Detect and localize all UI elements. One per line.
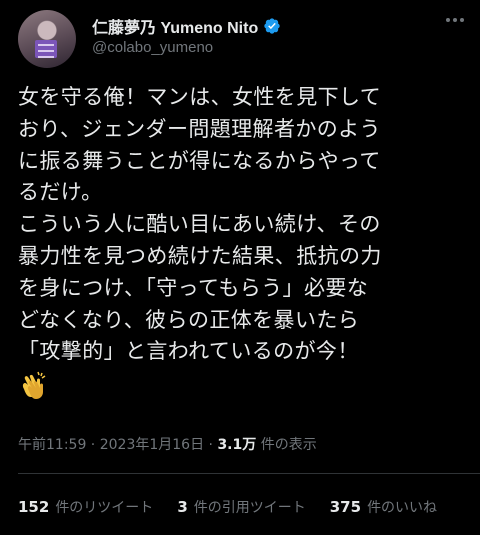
retweets-count: 152 [18, 498, 50, 516]
likes-count: 375 [329, 498, 362, 516]
quotes-count: 3 [177, 498, 188, 516]
tweet-meta: 午前11:59 · 2023年1月16日 · 3.1万 件の表示 [18, 434, 468, 454]
quotes-stat[interactable]: 3 件の引用ツイート [177, 497, 305, 517]
tweet-line: 暴力性を見つめ続けた結果、抵抗の力 [18, 243, 382, 268]
tweet-time[interactable]: 午前11:59 [18, 437, 86, 453]
avatar[interactable] [18, 10, 76, 68]
meta-separator: · [204, 437, 218, 453]
retweets-label: 件のリツイート [55, 500, 154, 516]
avatar-sign [35, 40, 57, 58]
tweet-line: こういう人に酷い目にあい続け、その [18, 212, 381, 237]
tweet-date[interactable]: 2023年1月16日 [100, 437, 204, 453]
tweet-line: に振る舞うことが得になるからやって [18, 148, 381, 173]
display-name[interactable]: 仁藤夢乃 Yumeno Nito [92, 14, 258, 38]
views-count: 3.1万 [217, 437, 257, 453]
tweet-line: るだけ。 [18, 180, 103, 205]
views-label: 件の表示 [256, 437, 317, 453]
tweet-line: おり、ジェンダー問題理解者かのよう [18, 116, 381, 141]
tweet-line: どなくなり、彼らの正体を暴いたら [18, 307, 360, 332]
tweet-line: を身につけ、「守ってもらう」必要な [18, 275, 369, 300]
quotes-label: 件の引用ツイート [193, 500, 306, 516]
clapping-hands-icon [22, 371, 46, 400]
retweets-stat[interactable]: 152 件のリツイート [18, 497, 153, 517]
name-row: 仁藤夢乃 Yumeno Nito [92, 14, 281, 38]
tweet-line: 女を守る俺！マンは、女性を見下して [18, 85, 382, 109]
tweet-line: 「攻撃的」と言われているのが今！ [18, 339, 359, 364]
more-options-icon[interactable] [446, 12, 468, 28]
tweet-text: 女を守る俺！マンは、女性を見下して おり、ジェンダー問題理解者かのよう に振る舞… [18, 82, 468, 401]
verified-badge-icon [264, 18, 280, 34]
likes-stat[interactable]: 375 件のいいね [330, 497, 437, 517]
user-handle[interactable]: @colabo_yumeno [92, 39, 213, 56]
meta-separator: · [86, 437, 100, 453]
divider [18, 473, 480, 474]
likes-label: 件のいいね [367, 500, 438, 516]
tweet-header: 仁藤夢乃 Yumeno Nito @colabo_yumeno [18, 10, 468, 68]
tweet-stats: 152 件のリツイート 3 件の引用ツイート 375 件のいいね [18, 497, 480, 517]
